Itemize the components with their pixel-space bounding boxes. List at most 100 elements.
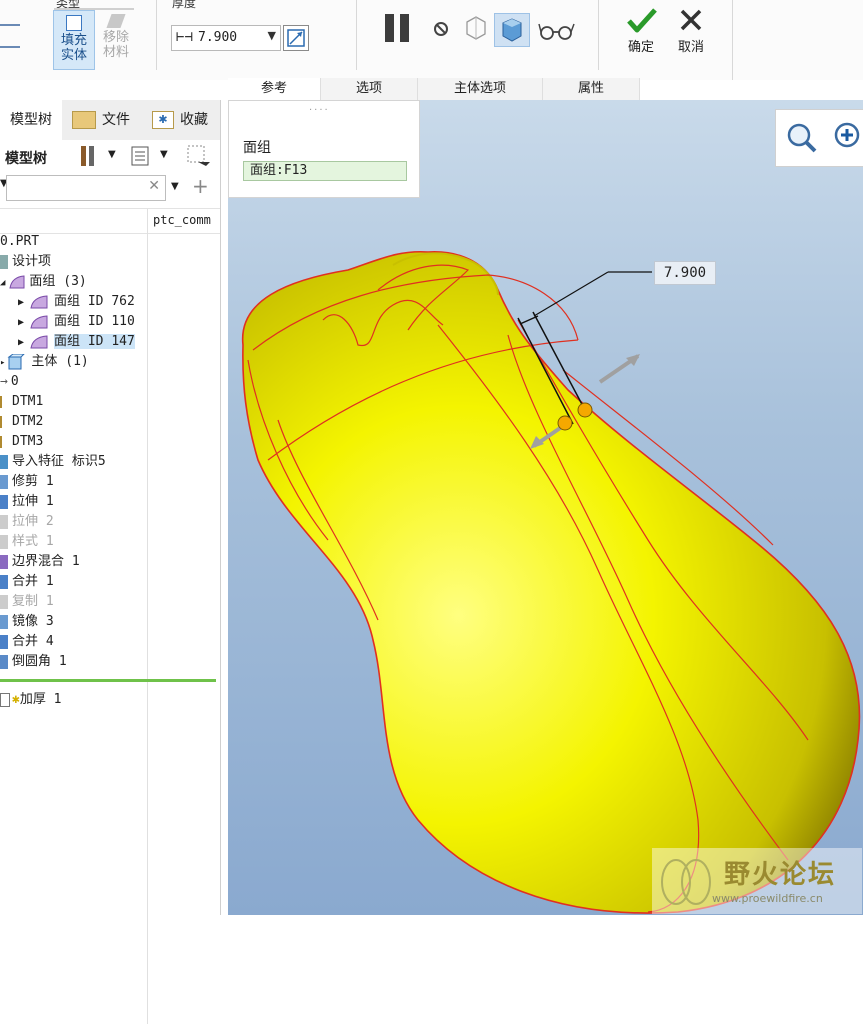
quilt-icon [30, 294, 48, 309]
tree-item-label: 合并 1 [12, 574, 54, 589]
tree-item-extrude-2[interactable]: 拉伸 2 [0, 512, 54, 532]
references-panel: ···· 面组 面组:F13 [228, 100, 420, 198]
expand-icon[interactable]: ▶ [18, 297, 24, 308]
tree-item-label: DTM1 [12, 394, 44, 409]
tree-item-quilts[interactable]: ◢ 面组 (3) [0, 272, 87, 292]
tab-favorites[interactable]: ✱ 收藏 [140, 100, 220, 140]
tree-item-round-1[interactable]: 倒圆角 1 [0, 652, 67, 672]
tree-item-dtm3[interactable]: DTM3 [0, 432, 43, 452]
graphics-window[interactable]: 7.900 野火论坛 www.proewildfire.cn [228, 100, 863, 915]
tree-item-mirror-3[interactable]: 镜像 3 [0, 612, 54, 632]
cancel-button[interactable]: 取消 [666, 6, 716, 62]
tree-item-part[interactable]: 0.PRT [0, 232, 39, 252]
tree-item-style-1[interactable]: 样式 1 [0, 532, 54, 552]
dimension-value-label[interactable]: 7.900 [654, 261, 716, 285]
tab-files-label: 文件 [102, 112, 130, 128]
tree-item-copy-1[interactable]: 复制 1 [0, 592, 54, 612]
thickness-input[interactable]: ⊢⊣ 7.900 ▼ [171, 25, 281, 51]
pause-button[interactable] [383, 13, 413, 43]
tree-item-quilt-762[interactable]: ▶ 面组 ID 762 [18, 292, 135, 312]
tree-item-bodies[interactable]: ▸ 主体 (1) [0, 352, 89, 372]
search-input[interactable]: ✕ [6, 175, 166, 201]
tree-item-extrude-1[interactable]: 拉伸 1 [0, 492, 54, 512]
round-icon [0, 654, 8, 669]
clear-icon[interactable]: ✕ [148, 178, 160, 194]
tree-item-label: 面组 ID 762 [54, 294, 135, 309]
flip-direction-button[interactable] [283, 25, 309, 51]
watermark: 野火论坛 www.proewildfire.cn [652, 848, 862, 914]
thicken-icon [0, 692, 10, 707]
chevron-down-icon[interactable]: ▼ [108, 149, 116, 160]
tree-item-boundary-blend-1[interactable]: 边界混合 1 [0, 552, 80, 572]
tree-item-thicken-1[interactable]: ✱加厚 1 [0, 690, 61, 710]
tab-favorites-label: 收藏 [180, 112, 208, 128]
drag-handle[interactable]: ···· [309, 105, 330, 116]
merge-icon [0, 574, 8, 589]
tab-body-options[interactable]: 主体选项 [418, 78, 543, 100]
csys-icon: → [0, 374, 8, 389]
tree-item-merge-1[interactable]: 合并 1 [0, 572, 54, 592]
chevron-down-icon[interactable]: ◢ [0, 278, 5, 288]
prohibit-icon [434, 22, 448, 36]
tree-item-label: 样式 1 [12, 534, 54, 549]
tab-properties[interactable]: 属性 [543, 78, 640, 100]
tree-item-label: 加厚 1 [19, 692, 62, 707]
expand-icon[interactable]: ▶ [18, 337, 24, 348]
magnifier-icon [787, 123, 817, 153]
separator [156, 0, 157, 70]
new-feature-icon: ✱ [12, 692, 20, 707]
verify-mode-button[interactable] [494, 13, 530, 47]
show-menu-button[interactable] [130, 145, 150, 167]
menu-icon[interactable] [0, 18, 22, 58]
glasses-button[interactable] [538, 20, 576, 42]
chevron-down-icon[interactable]: ▼ [268, 29, 276, 42]
expand-icon[interactable]: ▶ [18, 317, 24, 328]
add-icon[interactable]: + [192, 174, 209, 198]
zoom-in-button[interactable] [832, 120, 863, 154]
tree-item-dtm2[interactable]: DTM2 [0, 412, 43, 432]
filter-button[interactable] [186, 144, 212, 170]
no-preview-button[interactable] [432, 20, 450, 38]
tab-options[interactable]: 选项 [321, 78, 418, 100]
tab-model-tree[interactable]: 模型树 [0, 100, 63, 140]
chevron-down-icon[interactable]: ▼ [171, 181, 179, 192]
tools-icon [81, 146, 94, 166]
geometry-preview-button[interactable] [463, 14, 489, 42]
insert-indicator[interactable] [0, 679, 216, 682]
tree-item-import-feature[interactable]: 导入特征 标识5 [0, 452, 106, 472]
flip-icon [287, 29, 305, 47]
tree-item-quilt-147[interactable]: ▶ 面组 ID 147 [18, 332, 135, 352]
tree-item-merge-4[interactable]: 合并 4 [0, 632, 54, 652]
chevron-down-icon[interactable]: ▼ [160, 149, 168, 160]
merge-icon [0, 634, 8, 649]
checkmark-icon [627, 8, 657, 33]
group-thickness-label: 厚度 [172, 0, 197, 10]
tree-item-dtm1[interactable]: DTM1 [0, 392, 43, 412]
fill-solid-button[interactable]: 填充 实体 [53, 10, 95, 70]
dashboard-tabs: 参考 选项 主体选项 属性 [228, 78, 733, 100]
zoom-fit-button[interactable] [784, 120, 818, 154]
remove-material-button[interactable]: 移除 材料 [96, 10, 136, 68]
thickness-value: 7.900 [198, 30, 238, 45]
tree-item-label: 修剪 1 [12, 474, 54, 489]
fill-solid-label: 填充 实体 [60, 33, 87, 63]
style-icon [0, 534, 8, 549]
tab-files[interactable]: 文件 [62, 100, 141, 140]
tree-item-design-items[interactable]: 设计项 [0, 252, 51, 272]
confirm-button[interactable]: 确定 [616, 6, 666, 62]
tree-item-label: DTM3 [12, 434, 44, 449]
quilt-collector[interactable]: 面组:F13 [243, 161, 407, 181]
extrude-icon [0, 494, 8, 509]
expand-icon[interactable]: ▸ [0, 358, 5, 368]
thickened-part[interactable] [242, 250, 861, 914]
grid-filter-icon [187, 145, 210, 166]
tree-item-trim-1[interactable]: 修剪 1 [0, 472, 54, 492]
tree-item-csys[interactable]: → 0 [0, 372, 19, 392]
quilt-collector-label: 面组 [243, 140, 271, 156]
settings-tools-button[interactable] [78, 144, 100, 168]
design-items-icon [0, 254, 8, 269]
tab-references[interactable]: 参考 [228, 78, 321, 100]
tree-item-quilt-110[interactable]: ▶ 面组 ID 110 [18, 312, 135, 332]
watermark-title: 野火论坛 [724, 860, 837, 890]
separator [732, 0, 733, 80]
